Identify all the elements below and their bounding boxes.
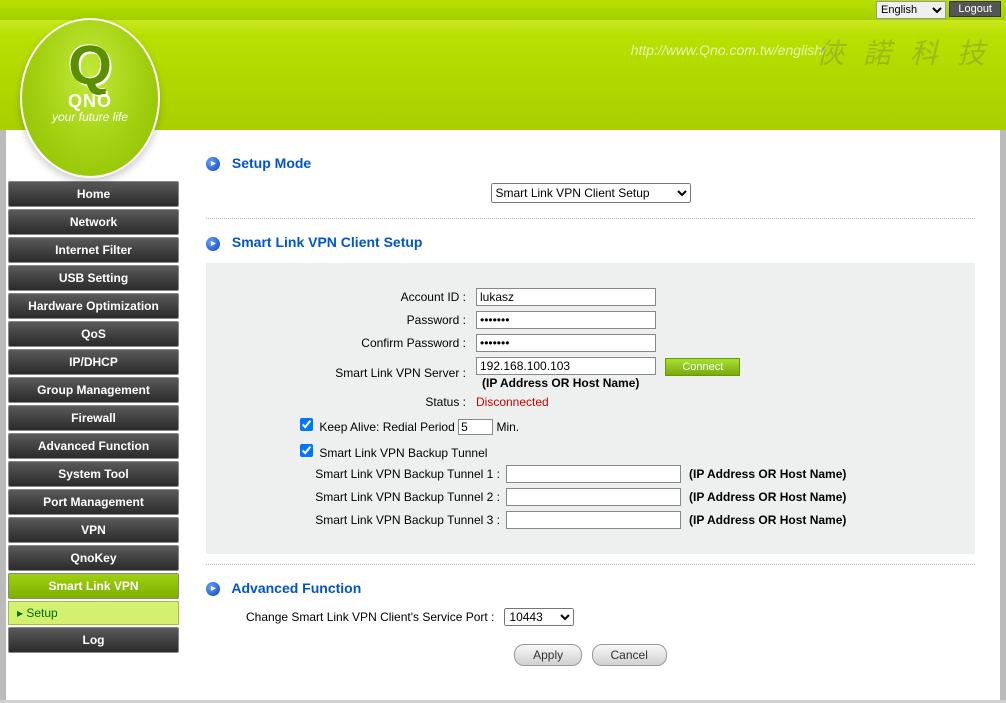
account-id-input[interactable] <box>476 288 656 306</box>
apply-button[interactable]: Apply <box>514 644 582 666</box>
logout-button[interactable]: Logout <box>949 1 1001 17</box>
backup1-hint: (IP Address OR Host Name) <box>689 467 846 481</box>
keepalive-period-input[interactable] <box>458 419 493 435</box>
backup1-label: Smart Link VPN Backup Tunnel 1 : <box>236 467 506 481</box>
nav-system-tool[interactable]: System Tool <box>8 461 179 487</box>
nav-port-management[interactable]: Port Management <box>8 489 179 515</box>
server-hint: (IP Address OR Host Name) <box>482 376 740 390</box>
cancel-button[interactable]: Cancel <box>592 644 667 666</box>
server-input[interactable] <box>476 357 656 375</box>
header-url: http://www.Qno.com.tw/english/ <box>631 42 826 58</box>
backup3-input[interactable] <box>506 511 681 529</box>
nav-advanced-function[interactable]: Advanced Function <box>8 433 179 459</box>
backup2-label: Smart Link VPN Backup Tunnel 2 : <box>236 490 506 504</box>
top-bar: English Logout <box>0 0 1006 20</box>
bullet-icon <box>206 582 220 596</box>
setup-mode-select[interactable]: Smart Link VPN Client Setup <box>491 183 691 203</box>
nav-hardware-optimization[interactable]: Hardware Optimization <box>8 293 179 319</box>
main-content: Setup Mode Smart Link VPN Client Setup S… <box>181 130 1000 700</box>
password-input[interactable] <box>476 311 656 329</box>
confirm-password-label: Confirm Password : <box>236 336 476 350</box>
section-advanced: Advanced Function <box>206 580 975 596</box>
backup3-hint: (IP Address OR Host Name) <box>689 513 846 527</box>
server-label: Smart Link VPN Server : <box>236 366 476 380</box>
language-select[interactable]: English <box>876 1 946 19</box>
nav-usb-setting[interactable]: USB Setting <box>8 265 179 291</box>
sidebar: Home Network Internet Filter USB Setting… <box>6 130 181 700</box>
bullet-icon <box>206 157 220 171</box>
account-id-label: Account ID : <box>236 290 476 304</box>
nav-internet-filter[interactable]: Internet Filter <box>8 237 179 263</box>
nav-vpn[interactable]: VPN <box>8 517 179 543</box>
connect-button[interactable]: Connect <box>665 358 740 376</box>
backup2-hint: (IP Address OR Host Name) <box>689 490 846 504</box>
nav-ip-dhcp[interactable]: IP/DHCP <box>8 349 179 375</box>
logo-name: QNO <box>22 91 158 112</box>
nav-group-management[interactable]: Group Management <box>8 377 179 403</box>
keepalive-checkbox[interactable] <box>300 418 313 431</box>
section-client-setup: Smart Link VPN Client Setup <box>206 234 975 250</box>
status-value: Disconnected <box>476 395 549 409</box>
password-label: Password : <box>236 313 476 327</box>
backup2-input[interactable] <box>506 488 681 506</box>
nav-qos[interactable]: QoS <box>8 321 179 347</box>
divider <box>206 218 975 219</box>
bullet-icon <box>206 237 220 251</box>
nav-sub-setup[interactable]: Setup <box>8 601 179 625</box>
logo-q-icon: Q <box>22 32 158 97</box>
header: Q QNO your future life http://www.Qno.co… <box>0 20 1006 130</box>
service-port-select[interactable]: 10443 <box>504 608 574 626</box>
logo-badge: Q QNO your future life <box>20 18 160 178</box>
logo-tagline: your future life <box>22 110 158 124</box>
nav-smart-link-vpn[interactable]: Smart Link VPN <box>8 573 179 599</box>
nav-network[interactable]: Network <box>8 209 179 235</box>
nav-home[interactable]: Home <box>8 181 179 207</box>
backup-tunnel-checkbox[interactable] <box>300 444 313 457</box>
service-port-label: Change Smart Link VPN Client's Service P… <box>246 610 494 624</box>
nav-log[interactable]: Log <box>8 627 179 653</box>
nav-qnokey[interactable]: QnoKey <box>8 545 179 571</box>
confirm-password-input[interactable] <box>476 334 656 352</box>
status-label: Status : <box>236 395 476 409</box>
keepalive-label-post: Min. <box>496 420 519 434</box>
keepalive-label-pre: Keep Alive: Redial Period <box>319 420 454 434</box>
nav-firewall[interactable]: Firewall <box>8 405 179 431</box>
divider <box>206 564 975 565</box>
header-brand-cjk: 俠 諾 科 技 <box>816 32 991 72</box>
backup3-label: Smart Link VPN Backup Tunnel 3 : <box>236 513 506 527</box>
section-setup-mode: Setup Mode <box>206 155 975 171</box>
backup1-input[interactable] <box>506 465 681 483</box>
backup-tunnel-label: Smart Link VPN Backup Tunnel <box>319 446 487 460</box>
client-setup-panel: Account ID : Password : Confirm Password… <box>206 263 975 554</box>
